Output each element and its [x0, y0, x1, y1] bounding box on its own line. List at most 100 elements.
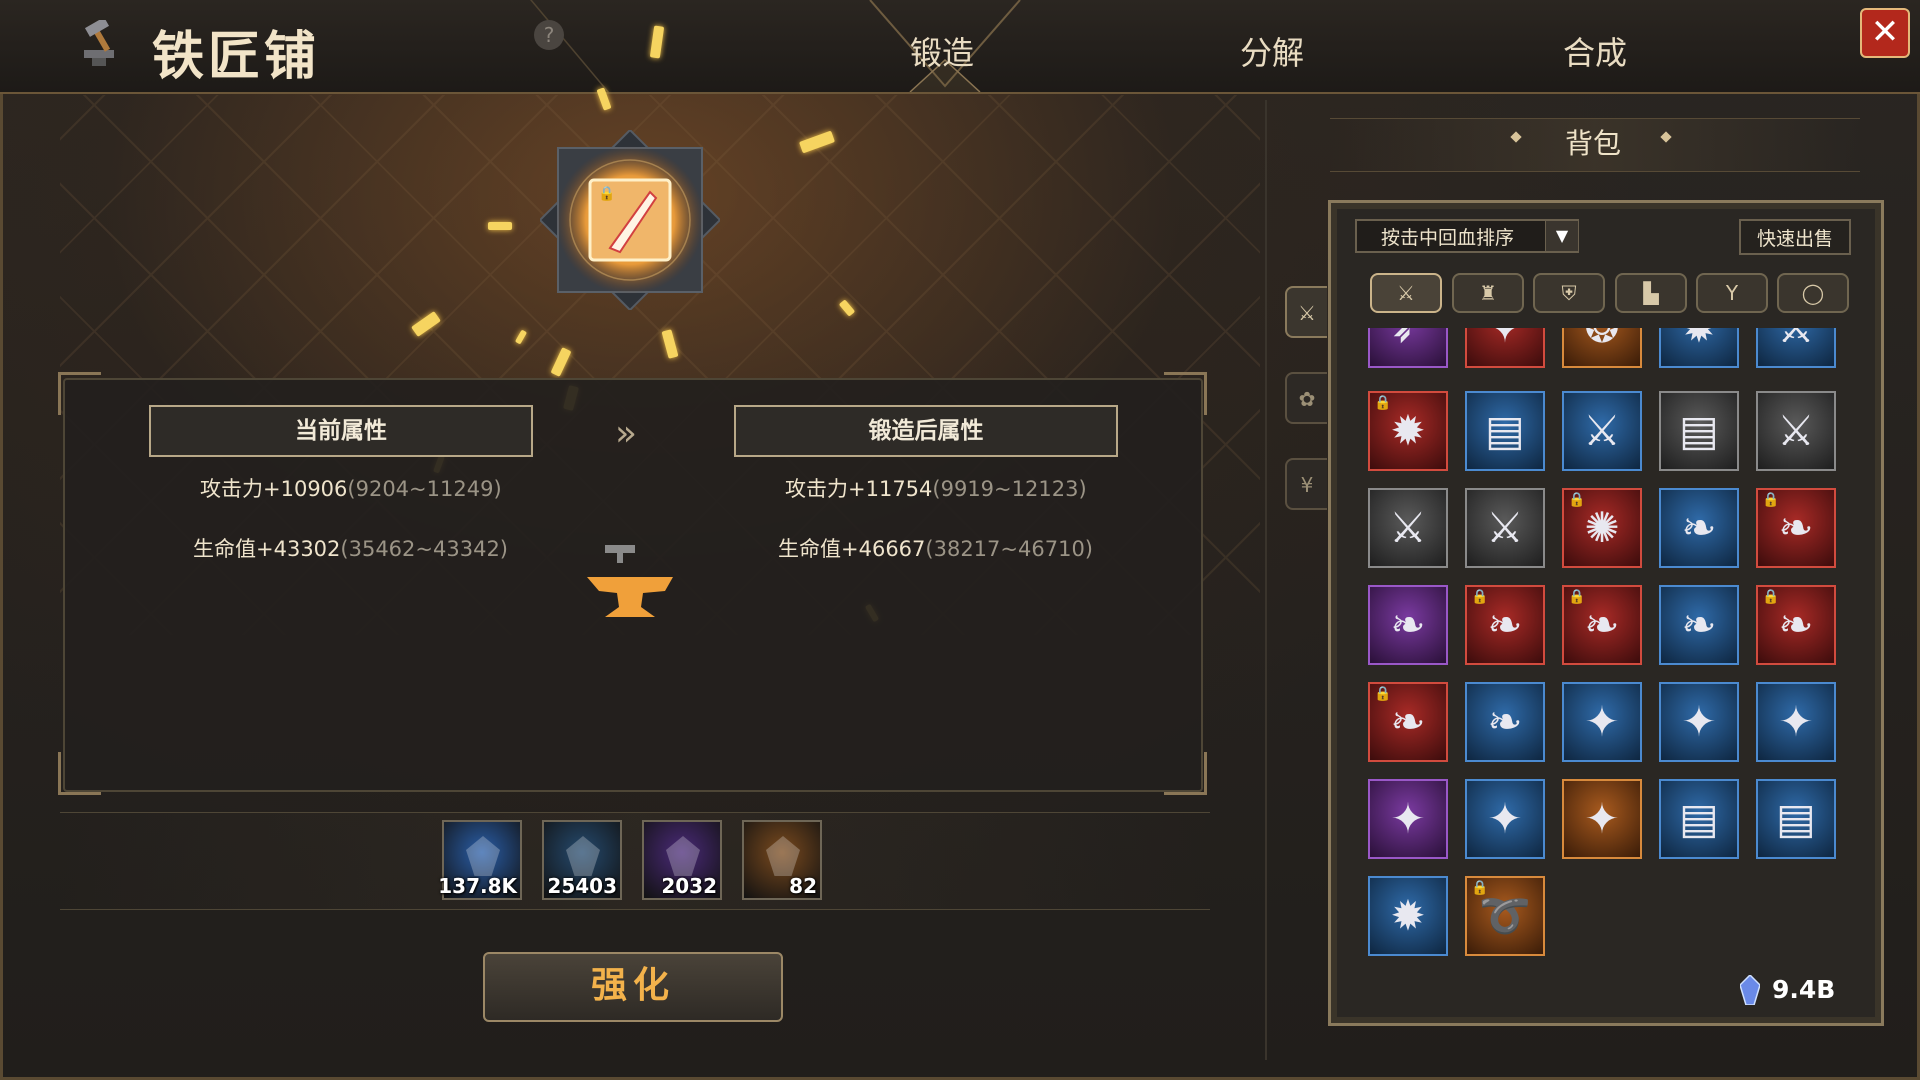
- forge-item-slot[interactable]: 🔒: [540, 130, 720, 310]
- lock-icon: 🔒: [1374, 686, 1392, 702]
- material-quantity: 25403: [547, 874, 617, 898]
- materials-icon: ✿: [1298, 387, 1316, 411]
- materials-strip: [60, 812, 1210, 910]
- side-tab-emblem-icon[interactable]: ¥: [1285, 458, 1327, 510]
- material-slot[interactable]: 82: [742, 820, 822, 900]
- bag-item[interactable]: ⚔: [1562, 391, 1642, 471]
- bag-title: 背包: [1565, 127, 1622, 160]
- purple-ore-icon: [666, 836, 700, 876]
- bag-item[interactable]: ❧ 🔒: [1562, 585, 1642, 665]
- material-quantity: 2032: [661, 874, 717, 898]
- forged-hp-stat: 生命值+46667(38217~46710): [778, 537, 1093, 561]
- chevron-down-icon[interactable]: ▼: [1545, 221, 1578, 251]
- armor-icon: ⛨: [1561, 281, 1577, 305]
- tab-forge[interactable]: 锻造: [910, 28, 974, 74]
- filter-sword-icon[interactable]: ⚔: [1370, 273, 1442, 313]
- equipment-icon: ⚔: [1583, 406, 1621, 455]
- crystal-currency-icon: [1740, 975, 1760, 1005]
- bag-item[interactable]: ➰ 🔒: [1465, 876, 1545, 956]
- sword-icon: ⚔: [1397, 281, 1415, 305]
- tab-decompose[interactable]: 分解: [1240, 28, 1304, 74]
- bag-item[interactable]: ❧ 🔒: [1756, 488, 1836, 568]
- bag-item[interactable]: ✦: [1368, 779, 1448, 859]
- equipment-icon: ▤: [1485, 406, 1525, 455]
- material-slot[interactable]: 2032: [642, 820, 722, 900]
- forged-attributes-header: 锻造后属性: [734, 405, 1118, 457]
- equipment-icon: ✦: [1467, 328, 1543, 366]
- material-slot[interactable]: 25403: [542, 820, 622, 900]
- filter-necklace-icon[interactable]: Y: [1696, 273, 1768, 313]
- bag-item[interactable]: ❂: [1562, 328, 1642, 368]
- current-hp-stat: 生命值+43302(35462~43342): [193, 537, 508, 561]
- material-slot[interactable]: 137.8K: [438, 820, 522, 900]
- bag-item[interactable]: ✹: [1368, 876, 1448, 956]
- bag-item[interactable]: ✹ 🔒: [1368, 391, 1448, 471]
- help-button[interactable]: ?: [534, 20, 564, 50]
- lock-icon: 🔒: [1568, 492, 1586, 508]
- bag-item[interactable]: ✺ 🔒: [1562, 488, 1642, 568]
- equipment-icon: ▤: [1679, 406, 1719, 455]
- equipment-icon: ✦: [1584, 794, 1620, 843]
- panel-corner: [1164, 752, 1207, 795]
- filter-helmet-icon[interactable]: ♜: [1452, 273, 1524, 313]
- equipment-icon: ❧: [1487, 697, 1523, 746]
- equipment-icon: ▤: [1679, 794, 1719, 843]
- bag-item[interactable]: ⚔: [1368, 488, 1448, 568]
- bag-item[interactable]: ➶: [1368, 328, 1448, 368]
- bag-item[interactable]: ❧ 🔒: [1368, 682, 1448, 762]
- bag-item[interactable]: ⚔: [1756, 328, 1836, 368]
- blue-crystal-icon: [466, 836, 500, 876]
- side-tab-equipment-icon[interactable]: ⚔: [1285, 286, 1327, 338]
- bag-item-grid: ➶✦❂✹⚔✹🔒▤⚔▤⚔⚔⚔✺🔒❧❧🔒❧❧🔒❧🔒❧❧🔒❧🔒❧✦✦✦✦✦✦▤▤✹➰🔒: [1368, 328, 1848, 960]
- bag-item[interactable]: ✦: [1465, 328, 1545, 368]
- equipment-icon: ✦: [1584, 697, 1620, 746]
- bag-item[interactable]: ✦: [1756, 682, 1836, 762]
- bag-item[interactable]: ⚔: [1465, 488, 1545, 568]
- lock-icon: 🔒: [1568, 589, 1586, 605]
- bag-item[interactable]: ❧: [1368, 585, 1448, 665]
- bag-item[interactable]: ✦: [1659, 682, 1739, 762]
- bag-item[interactable]: ▤: [1659, 779, 1739, 859]
- equipment-icon: ➶: [1370, 328, 1446, 366]
- bag-item[interactable]: ❧ 🔒: [1756, 585, 1836, 665]
- close-button[interactable]: ✕: [1860, 8, 1910, 58]
- bag-item[interactable]: ✦: [1562, 779, 1642, 859]
- bag-item[interactable]: ❧: [1465, 682, 1545, 762]
- header-divider: [450, 0, 610, 92]
- equipment-icon: ⚔: [1777, 406, 1815, 455]
- emblem-icon: ¥: [1300, 473, 1314, 497]
- filter-armor-icon[interactable]: ⛨: [1533, 273, 1605, 313]
- bag-item[interactable]: ❧: [1659, 488, 1739, 568]
- boots-icon: ▙: [1643, 281, 1659, 305]
- quick-sell-button[interactable]: 快速出售: [1739, 219, 1851, 255]
- bag-item[interactable]: ▤: [1465, 391, 1545, 471]
- bag-item[interactable]: ✦: [1465, 779, 1545, 859]
- material-quantity: 82: [789, 874, 817, 898]
- header-bar: 铁匠铺 ? 锻造 分解 合成 ✕: [0, 0, 1920, 94]
- equipment-icon: ❧: [1681, 600, 1717, 649]
- bag-item[interactable]: ❧ 🔒: [1465, 585, 1545, 665]
- necklace-icon: Y: [1725, 281, 1739, 305]
- filter-boots-icon[interactable]: ▙: [1615, 273, 1687, 313]
- filter-ring-icon[interactable]: ◯: [1777, 273, 1849, 313]
- bag-item[interactable]: ▤: [1659, 391, 1739, 471]
- bag-item[interactable]: ✹: [1659, 328, 1739, 368]
- equipment-icon: ✹: [1390, 891, 1426, 940]
- equipment-icon: ❂: [1564, 328, 1640, 366]
- ring-icon: ◯: [1801, 281, 1825, 305]
- current-attributes-header: 当前属性: [149, 405, 533, 457]
- bag-item[interactable]: ❧: [1659, 585, 1739, 665]
- forged-attack-stat: 攻击力+11754(9919~12123): [785, 477, 1087, 501]
- ore-pile-icon: [566, 836, 600, 876]
- lock-icon: 🔒: [1471, 880, 1489, 896]
- hammer-anvil-icon: [84, 20, 114, 66]
- bag-item[interactable]: ✦: [1562, 682, 1642, 762]
- panel-corner: [58, 372, 101, 415]
- tab-synthesize[interactable]: 合成: [1563, 28, 1627, 74]
- lock-icon: 🔒: [1374, 395, 1392, 411]
- bag-item[interactable]: ▤: [1756, 779, 1836, 859]
- currency-amount: 9.4B: [1772, 975, 1836, 1004]
- side-tab-materials-icon[interactable]: ✿: [1285, 372, 1327, 424]
- bag-item[interactable]: ⚔: [1756, 391, 1836, 471]
- enhance-button[interactable]: 强化: [483, 952, 783, 1022]
